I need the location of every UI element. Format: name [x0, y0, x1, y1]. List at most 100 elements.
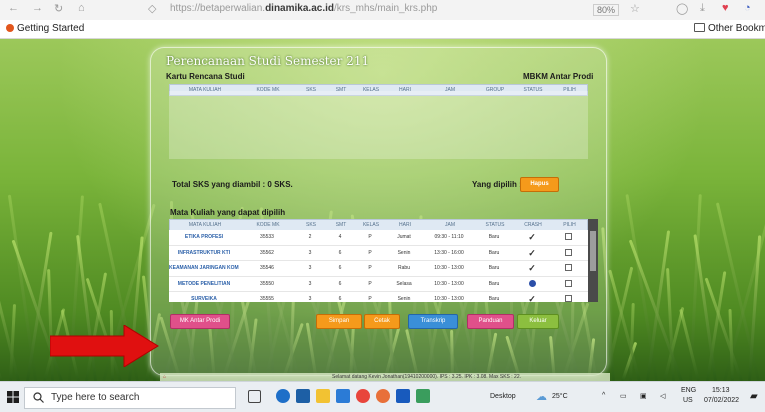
- pocket-icon[interactable]: ♥: [722, 2, 729, 14]
- keluar-button[interactable]: Keluar: [517, 314, 559, 329]
- edge-icon[interactable]: [276, 389, 290, 403]
- language-indicator[interactable]: ENG: [681, 387, 696, 394]
- table-cell: Rabu: [398, 265, 410, 271]
- notification-icon[interactable]: ▰: [750, 391, 758, 402]
- course-name-link[interactable]: METODE PENELITIAN: [169, 277, 239, 292]
- shield-icon[interactable]: ◯: [676, 2, 688, 15]
- reload-icon[interactable]: ↻: [54, 2, 63, 15]
- extension-icon[interactable]: ◔: [744, 2, 751, 14]
- grass-blade: [628, 239, 683, 381]
- firefox-icon: [6, 24, 14, 32]
- home-icon[interactable]: ⌂: [78, 2, 85, 14]
- address-bar[interactable]: ← → ↻ ⌂ ◇ https://betaperwalian.dinamika…: [0, 0, 765, 20]
- table-cell: 10:30 - 13:00: [434, 265, 464, 271]
- course-name-link[interactable]: SURVEIKA: [169, 292, 239, 302]
- hapus-button[interactable]: Hapus: [520, 177, 559, 192]
- total-sks: Total SKS yang diambil : 0 SKS.: [172, 180, 293, 189]
- krs-table-body: [169, 91, 588, 159]
- shield-icon: ◇: [148, 3, 157, 15]
- table-cell: P: [368, 249, 372, 256]
- pilih-cell[interactable]: [551, 277, 586, 292]
- table-scrollbar[interactable]: [588, 219, 598, 302]
- home-icon[interactable]: ⌂: [163, 373, 166, 381]
- grass-blade: [646, 230, 671, 381]
- desktop-toolbar[interactable]: Desktop: [490, 393, 516, 400]
- url-domain: dinamika.ac.id: [265, 3, 334, 14]
- word-icon[interactable]: [396, 389, 410, 403]
- select-checkbox[interactable]: [565, 248, 572, 256]
- pilih-cell[interactable]: [551, 246, 586, 261]
- column-header: CRASH: [524, 222, 542, 228]
- download-icon[interactable]: ⤓: [700, 2, 705, 15]
- back-icon[interactable]: ←: [8, 2, 19, 14]
- table-row: KEAMANAN JARINGAN KOMPUTER 35546 3 6 P Rabu 10…: [169, 261, 588, 277]
- weather-icon[interactable]: ☁: [536, 390, 547, 403]
- select-checkbox[interactable]: [565, 279, 572, 287]
- mk-antar-prodi-button[interactable]: MK Antar Prodi: [170, 314, 230, 329]
- chrome-icon[interactable]: [356, 389, 370, 403]
- column-header: JAM: [445, 222, 455, 228]
- table-cell: 10:30 - 13:00: [434, 296, 464, 302]
- table-cell: 3: [308, 249, 312, 256]
- course-name-link[interactable]: INFRASTRUKTUR KTI: [169, 246, 239, 261]
- app-icon[interactable]: [416, 389, 430, 403]
- table-cell: Baru: [488, 280, 500, 287]
- crash-blocked-icon: [528, 279, 536, 287]
- table-cell: 35546: [260, 265, 274, 271]
- course-name-link[interactable]: KEAMANAN JARINGAN KOMPUTER: [169, 261, 239, 276]
- clock-time[interactable]: 15:13: [712, 387, 730, 394]
- panduan-button[interactable]: Panduan: [467, 314, 514, 329]
- table-cell: 6: [338, 249, 342, 256]
- task-view-icon[interactable]: [248, 390, 261, 403]
- select-checkbox[interactable]: [565, 295, 572, 302]
- red-arrow-icon: [50, 325, 159, 367]
- firefox-icon[interactable]: [376, 389, 390, 403]
- table-cell: 6: [338, 296, 342, 302]
- cetak-button[interactable]: Cetak: [364, 314, 400, 329]
- status-footer: ⌂ Selamat datang Kevin Jonathan(19410200…: [160, 373, 610, 381]
- table-cell: 6: [338, 265, 342, 271]
- network-icon[interactable]: ▭: [620, 392, 627, 400]
- windows-start-icon[interactable]: [7, 391, 19, 403]
- column-header: HARI: [399, 222, 411, 228]
- temperature[interactable]: 25°C: [552, 393, 568, 400]
- forward-icon[interactable]: →: [32, 2, 43, 14]
- region-indicator[interactable]: US: [683, 397, 693, 404]
- volume-icon[interactable]: ◁: [660, 392, 665, 400]
- url-text[interactable]: https://betaperwalian.dinamika.ac.id/krs…: [170, 3, 437, 14]
- crash-ok-icon: ✓: [528, 232, 536, 242]
- folder-icon: [694, 23, 705, 32]
- table-cell: 6: [338, 280, 342, 287]
- scroll-thumb[interactable]: [590, 231, 596, 271]
- table-cell: Baru: [488, 265, 500, 271]
- bookmark-other[interactable]: Other Bookmarks: [694, 23, 765, 34]
- store-icon[interactable]: [296, 389, 310, 403]
- table-cell: Baru: [488, 249, 500, 256]
- status-text: Selamat datang Kevin Jonathan(1941020000…: [332, 374, 522, 380]
- pilih-cell[interactable]: [551, 230, 586, 245]
- table-cell: 3: [308, 265, 312, 271]
- pilih-cell[interactable]: [551, 292, 586, 302]
- course-name-link[interactable]: ETIKA PROFESI: [169, 230, 239, 245]
- file-explorer-icon[interactable]: [316, 389, 330, 403]
- bookmark-getting-started[interactable]: Getting Started: [6, 23, 84, 34]
- pilih-cell[interactable]: [551, 261, 586, 276]
- star-icon[interactable]: ☆: [630, 2, 640, 15]
- select-checkbox[interactable]: [565, 233, 572, 241]
- search-icon: [33, 392, 44, 403]
- monitor-icon[interactable]: ▣: [640, 392, 647, 400]
- mail-icon[interactable]: [336, 389, 350, 403]
- zoom-indicator[interactable]: 80%: [593, 4, 620, 16]
- table-row: SURVEIKA 35555 3 6 P Senin 10:30 - 13:00 Baru ✓: [169, 292, 588, 302]
- taskbar-search[interactable]: Type here to search: [24, 387, 236, 409]
- table-row: METODE PENELITIAN 35550 3 6 P Selasa 10:30 - 1…: [169, 277, 588, 292]
- transkrip-button[interactable]: Transkrip: [408, 314, 458, 329]
- table-cell: 4: [338, 234, 342, 240]
- chevron-up-icon[interactable]: ^: [602, 392, 605, 399]
- simpan-button[interactable]: Simpan: [316, 314, 362, 329]
- table-cell: 3: [308, 280, 312, 287]
- select-checkbox[interactable]: [565, 264, 572, 272]
- table-cell: 3: [308, 296, 312, 302]
- clock-date[interactable]: 07/02/2022: [704, 397, 739, 404]
- table-row: ETIKA PROFESI 35533 2 4 P Jumat 09:30 - 11:10 B…: [169, 230, 588, 246]
